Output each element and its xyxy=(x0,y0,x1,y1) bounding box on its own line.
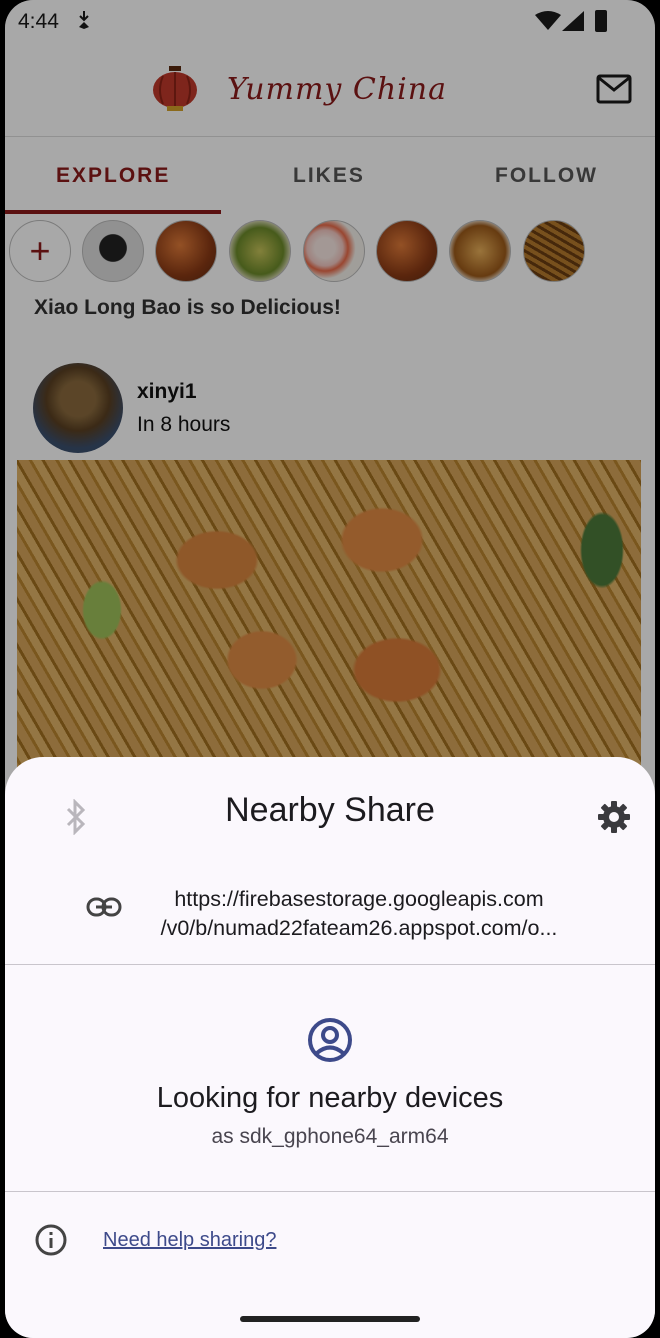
nearby-share-sheet: Nearby Share https://firebasestorage.goo… xyxy=(5,757,655,1338)
device-name: as sdk_gphone64_arm64 xyxy=(211,1125,449,1148)
shared-link-line2: /v0/b/numad22fateam26.appspot.com/o... xyxy=(160,916,558,940)
divider xyxy=(5,1191,655,1192)
divider xyxy=(5,964,655,965)
gear-icon[interactable] xyxy=(596,799,632,835)
info-icon xyxy=(35,1224,67,1256)
searching-status: Looking for nearby devices xyxy=(156,1082,504,1114)
help-sharing-link[interactable]: Need help sharing? xyxy=(103,1229,276,1252)
shared-link-line1: https://firebasestorage.googleapis.com xyxy=(174,887,544,911)
link-icon xyxy=(86,897,122,917)
sheet-title: Nearby Share xyxy=(225,791,435,829)
shared-link: https://firebasestorage.googleapis.com /… xyxy=(139,885,579,943)
account-circle-icon xyxy=(308,1018,352,1062)
phone-screen: 4:44 Yummy China EXPLORE LIKES FOLLOW + … xyxy=(5,0,655,1338)
home-indicator[interactable] xyxy=(240,1316,420,1322)
